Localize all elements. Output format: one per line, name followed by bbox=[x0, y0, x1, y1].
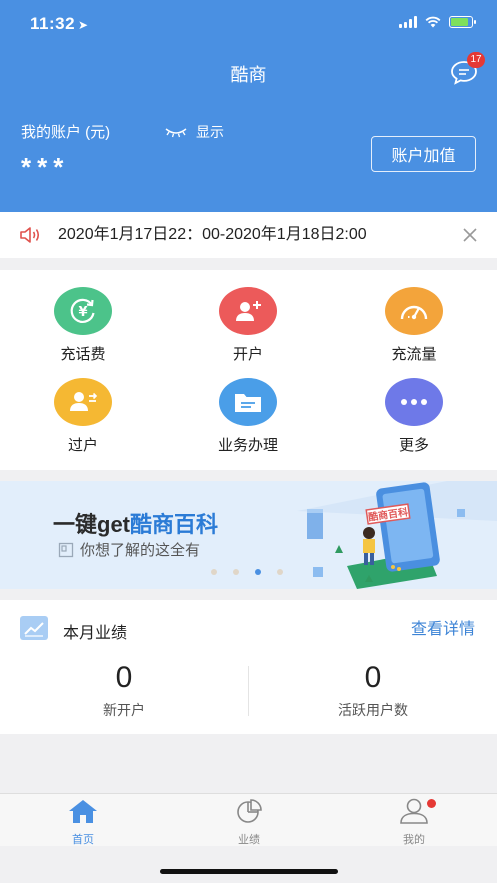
status-icons bbox=[399, 16, 476, 28]
stat-value: 0 bbox=[115, 661, 133, 694]
tab-label: 业绩 bbox=[238, 834, 260, 846]
pie-chart-icon bbox=[237, 799, 262, 823]
stat-label: 新开户 bbox=[103, 702, 145, 718]
service-grid: ¥ 充话费 开户 充流量 过户 业务办理 更多 bbox=[0, 270, 497, 470]
home-icon bbox=[69, 800, 97, 823]
grid-item-open-account[interactable]: 开户 bbox=[188, 287, 308, 364]
close-icon[interactable] bbox=[461, 226, 479, 244]
svg-text:¥: ¥ bbox=[78, 305, 87, 320]
promo-banner[interactable]: 一键get酷商百科 你想了解的这全有 酷商百科 bbox=[0, 481, 497, 589]
page-title: 酷商 bbox=[230, 65, 267, 85]
location-arrow-icon: ➤ bbox=[78, 18, 89, 32]
yuan-recharge-icon: ¥ bbox=[54, 287, 112, 335]
folder-icon bbox=[219, 378, 277, 426]
speaker-icon bbox=[20, 227, 40, 243]
tab-performance[interactable]: 业绩 bbox=[199, 798, 299, 847]
carousel-dots[interactable] bbox=[211, 569, 283, 575]
grid-item-business[interactable]: 业务办理 bbox=[188, 378, 308, 455]
notice-bar[interactable]: 2020年1月17日22：00-2020年1月18日2:00 bbox=[0, 212, 497, 258]
grid-item-label: 业务办理 bbox=[217, 437, 278, 454]
signal-icon bbox=[399, 16, 417, 28]
grid-item-label: 充话费 bbox=[60, 346, 106, 363]
home-indicator bbox=[160, 869, 338, 874]
profile-icon bbox=[400, 798, 428, 824]
tab-label: 首页 bbox=[72, 834, 94, 846]
grid-item-label: 过户 bbox=[67, 437, 98, 454]
stats-title: 本月业绩 bbox=[63, 625, 128, 642]
trend-chart-icon bbox=[20, 616, 48, 640]
transfer-user-icon bbox=[54, 378, 112, 426]
grid-item-label: 开户 bbox=[232, 346, 263, 363]
show-label: 显示 bbox=[196, 124, 224, 140]
header: 11:32 ➤ 酷商 17 我的账户 (元) 显示 *** 账户加值 bbox=[0, 0, 497, 212]
tab-label: 我的 bbox=[403, 834, 425, 846]
stat-label: 活跃用户数 bbox=[338, 702, 408, 718]
carousel-dot[interactable] bbox=[277, 569, 283, 575]
grid-item-label: 更多 bbox=[398, 437, 429, 454]
stat-active-users[interactable]: 0 活跃用户数 bbox=[249, 662, 497, 720]
stat-new-accounts[interactable]: 0 新开户 bbox=[0, 662, 248, 720]
banner-illustration: 酷商百科 bbox=[297, 481, 497, 589]
grid-item-transfer[interactable]: 过户 bbox=[23, 378, 143, 455]
tab-profile[interactable]: 我的 bbox=[364, 798, 464, 847]
carousel-dot[interactable] bbox=[233, 569, 239, 575]
tab-home[interactable]: 首页 bbox=[33, 798, 133, 847]
account-label: 我的账户 (元) bbox=[21, 124, 111, 141]
stat-value: 0 bbox=[364, 661, 382, 694]
add-user-icon bbox=[219, 287, 277, 335]
battery-icon bbox=[449, 16, 476, 28]
more-icon bbox=[385, 378, 443, 426]
gauge-icon bbox=[385, 287, 443, 335]
grid-item-more[interactable]: 更多 bbox=[354, 378, 474, 455]
eye-closed-icon bbox=[165, 128, 187, 138]
grid-item-recharge-data[interactable]: 充流量 bbox=[354, 287, 474, 364]
recharge-button[interactable]: 账户加值 bbox=[371, 136, 476, 172]
account-balance: *** bbox=[21, 152, 70, 182]
carousel-dot[interactable] bbox=[211, 569, 217, 575]
book-icon bbox=[58, 542, 74, 557]
message-button[interactable]: 17 bbox=[449, 52, 485, 86]
show-balance-toggle[interactable]: 显示 bbox=[164, 122, 224, 142]
banner-subtitle: 你想了解的这全有 bbox=[58, 539, 200, 560]
tab-bar: 首页 业绩 我的 bbox=[0, 793, 497, 846]
carousel-dot-active[interactable] bbox=[255, 569, 261, 575]
banner-title: 一键get酷商百科 bbox=[53, 512, 219, 537]
status-time: 11:32 ➤ bbox=[30, 14, 89, 33]
notice-text: 2020年1月17日22：00-2020年1月18日2:00 bbox=[58, 226, 367, 243]
view-details-link[interactable]: 查看详情 bbox=[411, 615, 475, 639]
monthly-performance-card: 本月业绩 查看详情 0 新开户 0 活跃用户数 bbox=[0, 600, 497, 734]
grid-item-label: 充流量 bbox=[391, 346, 437, 363]
notification-dot bbox=[427, 799, 436, 808]
wifi-icon bbox=[425, 16, 441, 28]
grid-item-recharge-phone[interactable]: ¥ 充话费 bbox=[23, 287, 143, 364]
message-badge: 17 bbox=[467, 52, 485, 68]
